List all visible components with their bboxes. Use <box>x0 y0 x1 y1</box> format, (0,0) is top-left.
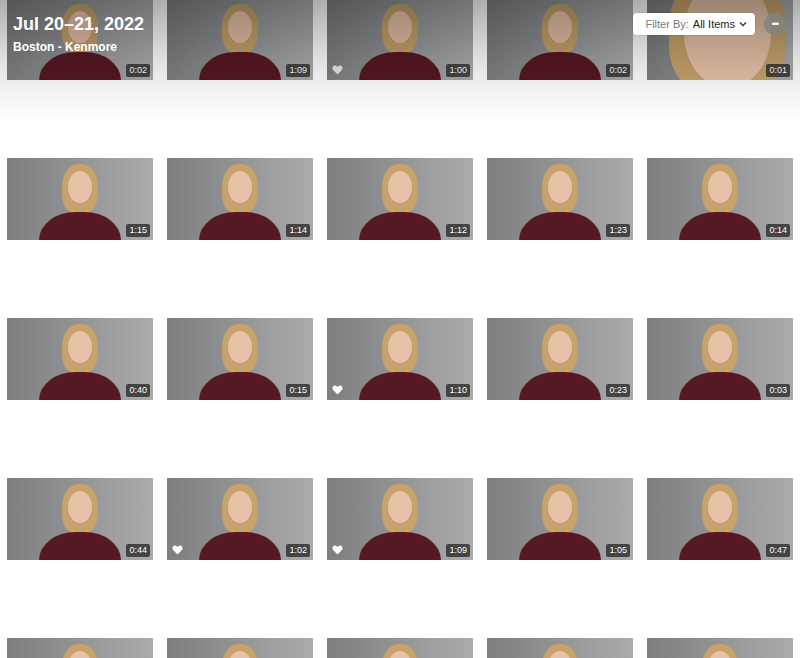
video-frame <box>548 171 572 203</box>
video-thumbnail[interactable]: 1:09 <box>327 478 473 560</box>
duration-badge: 1:09 <box>446 544 470 557</box>
video-frame <box>519 52 601 80</box>
video-frame <box>548 491 572 523</box>
video-frame <box>679 372 761 400</box>
video-frame <box>548 331 572 363</box>
duration-badge: 1:09 <box>286 64 310 77</box>
video-thumbnail[interactable]: 0:40 <box>7 318 153 400</box>
duration-badge: 0:01 <box>766 64 790 77</box>
video-thumbnail[interactable]: 1:02 <box>167 478 313 560</box>
duration-badge: 0:02 <box>126 64 150 77</box>
video-frame <box>199 372 281 400</box>
video-frame <box>679 532 761 560</box>
filter-button[interactable]: Filter By: All Items <box>633 13 755 35</box>
video-frame <box>199 52 281 80</box>
video-thumbnail[interactable]: 1:14 <box>167 158 313 240</box>
location-subtitle: Boston - Kenmore <box>13 39 144 55</box>
video-thumbnail[interactable] <box>487 638 633 658</box>
duration-badge: 0:44 <box>126 544 150 557</box>
duration-badge: 1:15 <box>126 224 150 237</box>
toolbar: Filter By: All Items ••• <box>633 13 786 35</box>
duration-badge: 1:23 <box>606 224 630 237</box>
favorite-heart-icon <box>332 65 343 75</box>
chevron-down-icon <box>739 21 747 27</box>
video-frame <box>359 212 441 240</box>
video-frame <box>228 11 252 43</box>
video-thumbnail[interactable]: 0:01 <box>647 0 793 80</box>
duration-badge: 0:40 <box>126 384 150 397</box>
duration-badge: 1:14 <box>286 224 310 237</box>
video-frame <box>388 491 412 523</box>
duration-badge: 0:47 <box>766 544 790 557</box>
duration-badge: 0:03 <box>766 384 790 397</box>
video-frame <box>708 171 732 203</box>
video-frame <box>228 171 252 203</box>
favorite-heart-icon <box>332 545 343 555</box>
video-frame <box>39 372 121 400</box>
video-frame <box>359 52 441 80</box>
video-frame <box>199 212 281 240</box>
video-frame <box>39 52 121 80</box>
video-frame <box>388 11 412 43</box>
video-thumbnail[interactable] <box>7 638 153 658</box>
video-frame <box>519 372 601 400</box>
video-thumbnail[interactable]: 1:05 <box>487 478 633 560</box>
duration-badge: 1:00 <box>446 64 470 77</box>
video-thumbnail[interactable]: 1:00 <box>327 0 473 80</box>
duration-badge: 0:02 <box>606 64 630 77</box>
video-thumbnail[interactable] <box>647 638 793 658</box>
video-thumbnail[interactable]: 0:23 <box>487 318 633 400</box>
video-frame <box>228 491 252 523</box>
duration-badge: 1:10 <box>446 384 470 397</box>
video-frame <box>39 532 121 560</box>
video-thumbnail[interactable]: 0:47 <box>647 478 793 560</box>
header: Jul 20–21, 2022 Boston - Kenmore <box>13 13 144 55</box>
video-frame <box>548 11 572 43</box>
video-frame <box>228 331 252 363</box>
video-thumbnail[interactable] <box>167 638 313 658</box>
more-button[interactable]: ••• <box>764 13 786 35</box>
video-frame <box>679 212 761 240</box>
video-thumbnail[interactable]: 1:12 <box>327 158 473 240</box>
duration-badge: 0:23 <box>606 384 630 397</box>
video-thumbnail[interactable]: 1:15 <box>7 158 153 240</box>
video-frame <box>388 171 412 203</box>
video-thumbnail[interactable]: 0:02 <box>487 0 633 80</box>
duration-badge: 1:05 <box>606 544 630 557</box>
duration-badge: 1:12 <box>446 224 470 237</box>
video-frame <box>708 491 732 523</box>
duration-badge: 1:02 <box>286 544 310 557</box>
video-frame <box>388 331 412 363</box>
favorite-heart-icon <box>332 385 343 395</box>
date-title: Jul 20–21, 2022 <box>13 13 144 35</box>
duration-badge: 0:15 <box>286 384 310 397</box>
duration-badge: 0:14 <box>766 224 790 237</box>
video-frame <box>39 212 121 240</box>
video-frame <box>708 331 732 363</box>
filter-value: All Items <box>693 18 735 30</box>
video-thumbnail[interactable]: 0:15 <box>167 318 313 400</box>
video-frame <box>68 331 92 363</box>
video-thumbnail[interactable] <box>327 638 473 658</box>
video-thumbnail[interactable]: 1:10 <box>327 318 473 400</box>
video-frame <box>199 532 281 560</box>
video-thumbnail[interactable]: 1:23 <box>487 158 633 240</box>
favorite-heart-icon <box>172 545 183 555</box>
photo-grid: 0:02 1:09 1:00 0:02 0:01 1:15 1:14 1:12 1:23 0:14… <box>0 0 800 658</box>
video-frame <box>519 532 601 560</box>
video-frame <box>68 171 92 203</box>
video-thumbnail[interactable]: 0:14 <box>647 158 793 240</box>
video-frame <box>359 532 441 560</box>
video-thumbnail[interactable]: 0:03 <box>647 318 793 400</box>
video-thumbnail[interactable]: 0:44 <box>7 478 153 560</box>
video-frame <box>359 372 441 400</box>
video-frame <box>684 0 772 80</box>
video-thumbnail[interactable]: 1:09 <box>167 0 313 80</box>
video-frame <box>68 491 92 523</box>
video-frame <box>519 212 601 240</box>
filter-label: Filter By: <box>645 18 688 30</box>
